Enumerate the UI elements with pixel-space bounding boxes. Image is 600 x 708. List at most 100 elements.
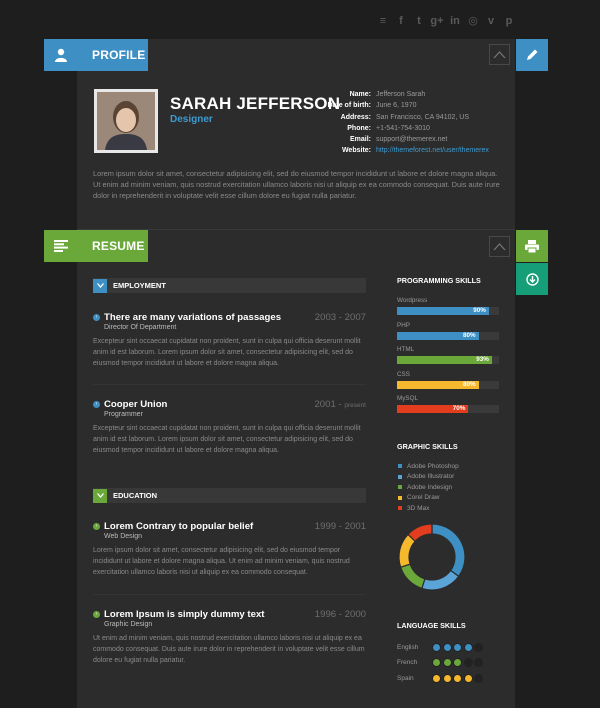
level-dot (474, 642, 483, 652)
language-row: English (397, 642, 485, 652)
skill-track: 90% (397, 307, 499, 315)
info-value: June 6, 1970 (376, 102, 417, 110)
chevron-up-icon (493, 50, 506, 58)
facebook-icon[interactable]: f (392, 13, 410, 29)
rss-icon[interactable]: ≡ (374, 13, 392, 29)
graphic-skills-legend: Adobe Photoshop Adobe Illustrator Adobe In… (398, 461, 459, 514)
dribbble-icon[interactable]: ◎ (464, 13, 482, 29)
entry-date: 2001 - present (314, 398, 366, 410)
language-row: Spain (397, 673, 485, 683)
language-name: Spain (397, 674, 414, 682)
education-entry: › Lorem Contrary to popular belief 1999 - … (93, 520, 366, 578)
bullet-icon: › (93, 610, 100, 618)
education-entry: › Lorem Ipsum is simply dummy text 1996 - … (93, 608, 366, 666)
legend-swatch (398, 485, 402, 490)
download-icon (525, 272, 539, 286)
info-value: San Francisco, CA 94102, US (376, 113, 469, 121)
download-button[interactable] (516, 263, 548, 295)
level-dot (474, 658, 483, 667)
info-value: +1-541-754-3010 (376, 124, 430, 132)
profile-role: Designer (170, 114, 213, 125)
profile-name: SARAH JEFFERSON (170, 94, 341, 113)
level-dot (432, 673, 441, 683)
skill-bar-mysql: MySQL 70% (397, 395, 499, 413)
skill-fill: 80% (397, 331, 479, 340)
chevron-down-icon[interactable] (93, 488, 107, 503)
user-icon (44, 39, 78, 71)
chevron-down-icon[interactable] (93, 278, 107, 293)
programming-skills-title: PROGRAMMING SKILLS (397, 276, 481, 285)
skill-track: 70% (397, 405, 499, 413)
skill-bar-php: PHP 80% (397, 322, 499, 340)
donut-slice (431, 523, 466, 578)
skill-name: MySQL (397, 395, 418, 402)
skill-fill: 70% (397, 405, 469, 413)
level-dot (442, 642, 452, 652)
entry-subtitle: Graphic Design (104, 621, 153, 628)
printer-icon (525, 239, 539, 253)
collapse-profile-button[interactable] (489, 44, 510, 65)
entry-subtitle: Director Of Department (104, 324, 177, 331)
education-label: EDUCATION (113, 491, 158, 500)
level-dot (432, 642, 441, 652)
entry-header: › There are many variations of passages 20… (93, 311, 366, 323)
bullet-icon: › (93, 313, 100, 321)
legend-label: Corel Draw (407, 494, 440, 502)
google-plus-icon[interactable]: g+ (428, 13, 446, 29)
info-row: Website: http://themeforest.net/user/them… (318, 145, 489, 156)
bullet-icon: › (93, 522, 100, 530)
info-value: Jefferson Sarah (376, 91, 426, 98)
level-dot (463, 658, 473, 667)
graphic-skills-donut (398, 523, 466, 591)
legend-item: Adobe Illustrator (398, 472, 459, 483)
entry-header: › Lorem Ipsum is simply dummy text 1996 - … (93, 608, 366, 620)
donut-slice (421, 569, 460, 591)
chevron-up-icon (493, 242, 506, 250)
entry-date: 2003 - 2007 (314, 311, 366, 323)
skill-name: PHP (397, 321, 410, 329)
entry-title: Lorem Ipsum is simply dummy text (104, 608, 265, 620)
collapse-resume-button[interactable] (489, 236, 510, 257)
twitter-icon[interactable]: t (410, 13, 428, 29)
info-key: Website: (341, 147, 371, 155)
entry-header: › Cooper Union 2001 - present (93, 398, 366, 410)
legend-swatch (398, 495, 402, 500)
bullet-icon: › (93, 400, 100, 408)
skill-fill: 93% (397, 356, 492, 364)
entry-date: 1996 - 2000 (314, 608, 366, 620)
entry-subtitle: Programmer (104, 411, 143, 418)
entry-title: There are many variations of passages (104, 311, 282, 323)
social-links: ≡ f t g+ in ◎ v p (374, 13, 518, 29)
profile-bio: Lorem ipsum dolor sit amet, consectetur … (93, 169, 500, 200)
entry-description: Lorem ipsum dolor sit amet, consectetur … (93, 547, 350, 576)
language-skills-title: LANGUAGE SKILLS (397, 621, 466, 630)
edit-button[interactable] (516, 39, 548, 71)
info-row: Name: Jefferson Sarah (318, 89, 489, 100)
legend-item: Adobe Photoshop (398, 461, 459, 472)
entry-subtitle: Web Design (104, 533, 143, 540)
print-button[interactable] (516, 230, 548, 262)
pinterest-icon[interactable]: p (500, 13, 518, 29)
info-key: Email: (349, 136, 371, 144)
skill-track: 80% (397, 380, 499, 389)
employment-label: EMPLOYMENT (113, 281, 166, 290)
entry-date: 1999 - 2001 (314, 520, 366, 532)
linkedin-icon[interactable]: in (446, 13, 464, 29)
entry-title: Lorem Contrary to popular belief (104, 520, 254, 532)
resume-tab[interactable]: RESUME (44, 230, 148, 262)
info-row: Phone: +1-541-754-3010 (318, 123, 489, 134)
profile-info: Name: Jefferson Sarah Date of birth: June 6… (318, 89, 489, 157)
level-dot (432, 658, 441, 667)
profile-tab[interactable]: PROFILE (44, 39, 148, 71)
skill-track: 93% (397, 356, 499, 364)
legend-label: Adobe Illustrator (407, 473, 455, 481)
website-link[interactable]: http://themeforest.net/user/themerex (376, 145, 489, 156)
skill-bar-css: CSS 80% (397, 371, 499, 389)
skill-track: 80% (397, 331, 499, 340)
employment-header: EMPLOYMENT (93, 278, 366, 293)
legend-swatch (398, 464, 402, 469)
vimeo-icon[interactable]: v (482, 13, 500, 29)
entry-description: Excepteur sint occaecat cupidatat non pr… (93, 425, 361, 454)
list-icon (44, 230, 78, 262)
skill-name: Wordpress (397, 297, 428, 304)
